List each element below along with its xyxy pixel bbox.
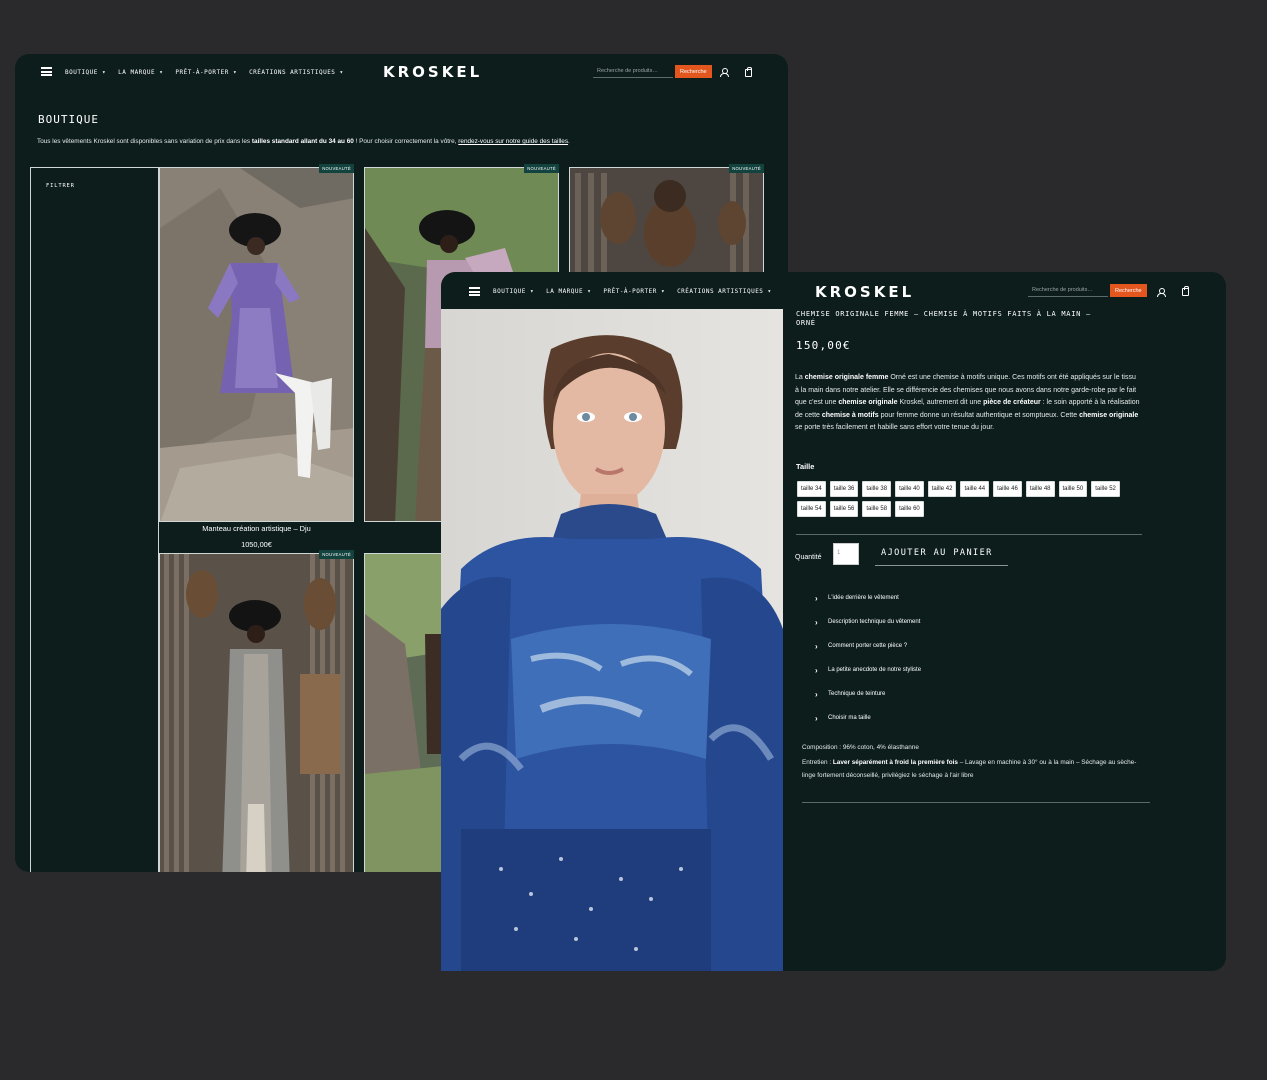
search-button[interactable]: Recherche xyxy=(1110,284,1147,297)
new-badge: NOUVEAUTÉ xyxy=(524,164,559,173)
search-input[interactable] xyxy=(593,65,673,78)
desc-text: La xyxy=(795,374,805,381)
accordion-label: La petite anecdote de notre styliste xyxy=(828,667,922,673)
search-button[interactable]: Recherche xyxy=(675,65,712,78)
search-bar: Recherche xyxy=(593,65,712,78)
composition-value: 96% coton, 4% élasthanne xyxy=(842,744,919,751)
menu-item-boutique[interactable]: BOUTIQUE ▾ xyxy=(493,288,534,295)
chevron-right-icon: › xyxy=(815,594,818,603)
size-option[interactable]: taille 36 xyxy=(829,481,859,497)
shop-intro: Tous les vêtements Kroskel sont disponib… xyxy=(37,138,777,145)
kroskel-logo[interactable]: KROSKEL xyxy=(383,63,482,81)
composition-label: Composition : xyxy=(802,744,843,751)
menu-item-creations-artistiques[interactable]: CRÉATIONS ARTISTIQUES ▾ xyxy=(249,69,344,76)
menu-item-creations-artistiques[interactable]: CRÉATIONS ARTISTIQUES ▾ xyxy=(677,288,772,295)
product-photo[interactable] xyxy=(441,309,783,971)
user-icon[interactable] xyxy=(720,68,729,77)
product-window: BOUTIQUE ▾ LA MARQUE ▾ PRÊT-À-PORTER ▾ C… xyxy=(441,272,1226,971)
menu-icon[interactable] xyxy=(41,67,52,76)
intro-bold: tailles standard allant du 34 au 60 xyxy=(251,138,354,145)
accordion-label: Choisir ma taille xyxy=(828,715,871,721)
main-menu: BOUTIQUE ▾ LA MARQUE ▾ PRÊT-À-PORTER ▾ C… xyxy=(65,69,344,76)
product-name[interactable]: Manteau création artistique – Dju xyxy=(159,524,354,533)
bag-icon[interactable] xyxy=(745,67,752,77)
filter-button[interactable]: FILTRER xyxy=(46,183,75,189)
accordion-label: Description technique du vêtement xyxy=(828,619,921,625)
filter-panel: FILTRER xyxy=(30,167,159,872)
size-option[interactable]: taille 60 xyxy=(895,501,924,517)
accordion-label: L'idée derrière le vêtement xyxy=(828,595,899,601)
main-menu: BOUTIQUE ▾ LA MARQUE ▾ PRÊT-À-PORTER ▾ C… xyxy=(493,288,772,295)
new-badge: NOUVEAUTÉ xyxy=(729,164,764,173)
menu-icon[interactable] xyxy=(469,287,480,296)
user-icon[interactable] xyxy=(1157,288,1166,297)
size-option[interactable]: taille 52 xyxy=(1091,481,1120,497)
bag-icon[interactable] xyxy=(1182,286,1189,296)
quantity-stepper[interactable]: 1 xyxy=(833,543,859,565)
new-badge: NOUVEAUTÉ xyxy=(319,550,354,559)
desc-text: se porte très facilement et habille sans… xyxy=(795,424,995,432)
size-option[interactable]: taille 40 xyxy=(895,481,924,497)
quantity-label: Quantité xyxy=(795,554,822,561)
menu-item-boutique[interactable]: BOUTIQUE ▾ xyxy=(65,69,106,76)
product-price: 150,00€ xyxy=(796,339,851,352)
chevron-right-icon: › xyxy=(815,690,818,699)
shop-navbar: BOUTIQUE ▾ LA MARQUE ▾ PRÊT-À-PORTER ▾ C… xyxy=(15,54,788,90)
desc-bold: chemise à motifs xyxy=(821,411,879,419)
size-option[interactable]: taille 54 xyxy=(797,501,826,517)
size-option[interactable]: taille 38 xyxy=(862,481,892,497)
desc-text: pour femme donne un résultat authentique… xyxy=(878,411,1080,419)
menu-item-pret-a-porter[interactable]: PRÊT-À-PORTER ▾ xyxy=(603,288,665,295)
menu-item-la-marque[interactable]: LA MARQUE ▾ xyxy=(118,69,163,76)
desc-bold: chemise originale xyxy=(838,399,898,407)
accordion-label: Comment porter cette pièce ? xyxy=(828,643,908,649)
menu-item-pret-a-porter[interactable]: PRÊT-À-PORTER ▾ xyxy=(175,69,237,76)
size-option[interactable]: taille 58 xyxy=(862,501,892,517)
size-label: Taille xyxy=(796,462,815,471)
desc-bold: chemise originale xyxy=(1079,411,1139,419)
care-bold: Laver séparément à froid la première foi… xyxy=(832,759,958,767)
product-image[interactable] xyxy=(159,553,354,872)
product-price: 1050,00€ xyxy=(241,540,272,549)
size-selector: taille 34 taille 36 taille 38 taille 40 … xyxy=(797,481,1147,517)
menu-item-la-marque[interactable]: LA MARQUE ▾ xyxy=(546,288,591,295)
divider xyxy=(802,802,1150,803)
product-image[interactable] xyxy=(159,167,354,522)
product-navbar: BOUTIQUE ▾ LA MARQUE ▾ PRÊT-À-PORTER ▾ C… xyxy=(441,272,1226,308)
chevron-right-icon: › xyxy=(815,642,818,651)
size-option[interactable]: taille 42 xyxy=(927,481,957,497)
desc-bold: chemise originale femme xyxy=(804,374,889,381)
chevron-right-icon: › xyxy=(815,666,818,675)
desc-bold: pièce de créateur xyxy=(983,399,1041,407)
accordion-label: Technique de teinture xyxy=(828,691,886,697)
intro-end: . xyxy=(568,138,570,145)
page-title: BOUTIQUE xyxy=(38,113,99,126)
add-to-cart-button[interactable]: AJOUTER AU PANIER xyxy=(875,544,1008,566)
intro-text-mid: ! Pour choisir correctement la vôtre, xyxy=(353,138,459,145)
divider xyxy=(796,534,1142,535)
composition-line: Composition : 96% coton, 4% élasthanne xyxy=(802,742,1147,754)
size-option[interactable]: taille 50 xyxy=(1058,481,1088,497)
composition-info: Composition : 96% coton, 4% élasthanne E… xyxy=(802,742,1147,782)
care-line: Entretien : Laver séparément à froid la … xyxy=(802,757,1147,782)
search-bar: Recherche xyxy=(1028,284,1147,297)
product-description: La chemise originale femme Orné est une … xyxy=(795,372,1140,435)
intro-text: Tous les vêtements Kroskel sont disponib… xyxy=(37,138,252,145)
product-title: CHEMISE ORIGINALE FEMME – CHEMISE À MOTI… xyxy=(796,310,1091,327)
size-option[interactable]: taille 46 xyxy=(993,481,1022,497)
chevron-right-icon: › xyxy=(815,618,818,627)
size-option[interactable]: taille 44 xyxy=(960,481,990,497)
size-guide-link[interactable]: rendez-vous sur notre guide des tailles xyxy=(458,138,568,145)
new-badge: NOUVEAUTÉ xyxy=(319,164,354,173)
size-option[interactable]: taille 34 xyxy=(797,481,826,497)
chevron-right-icon: › xyxy=(815,714,818,723)
desc-text: Kroskel, autrement dit une xyxy=(897,399,984,407)
care-label: Entretien : xyxy=(802,759,833,767)
size-option[interactable]: taille 56 xyxy=(829,501,859,517)
size-option[interactable]: taille 48 xyxy=(1025,481,1055,497)
search-input[interactable] xyxy=(1028,284,1108,297)
kroskel-logo[interactable]: KROSKEL xyxy=(815,283,914,301)
